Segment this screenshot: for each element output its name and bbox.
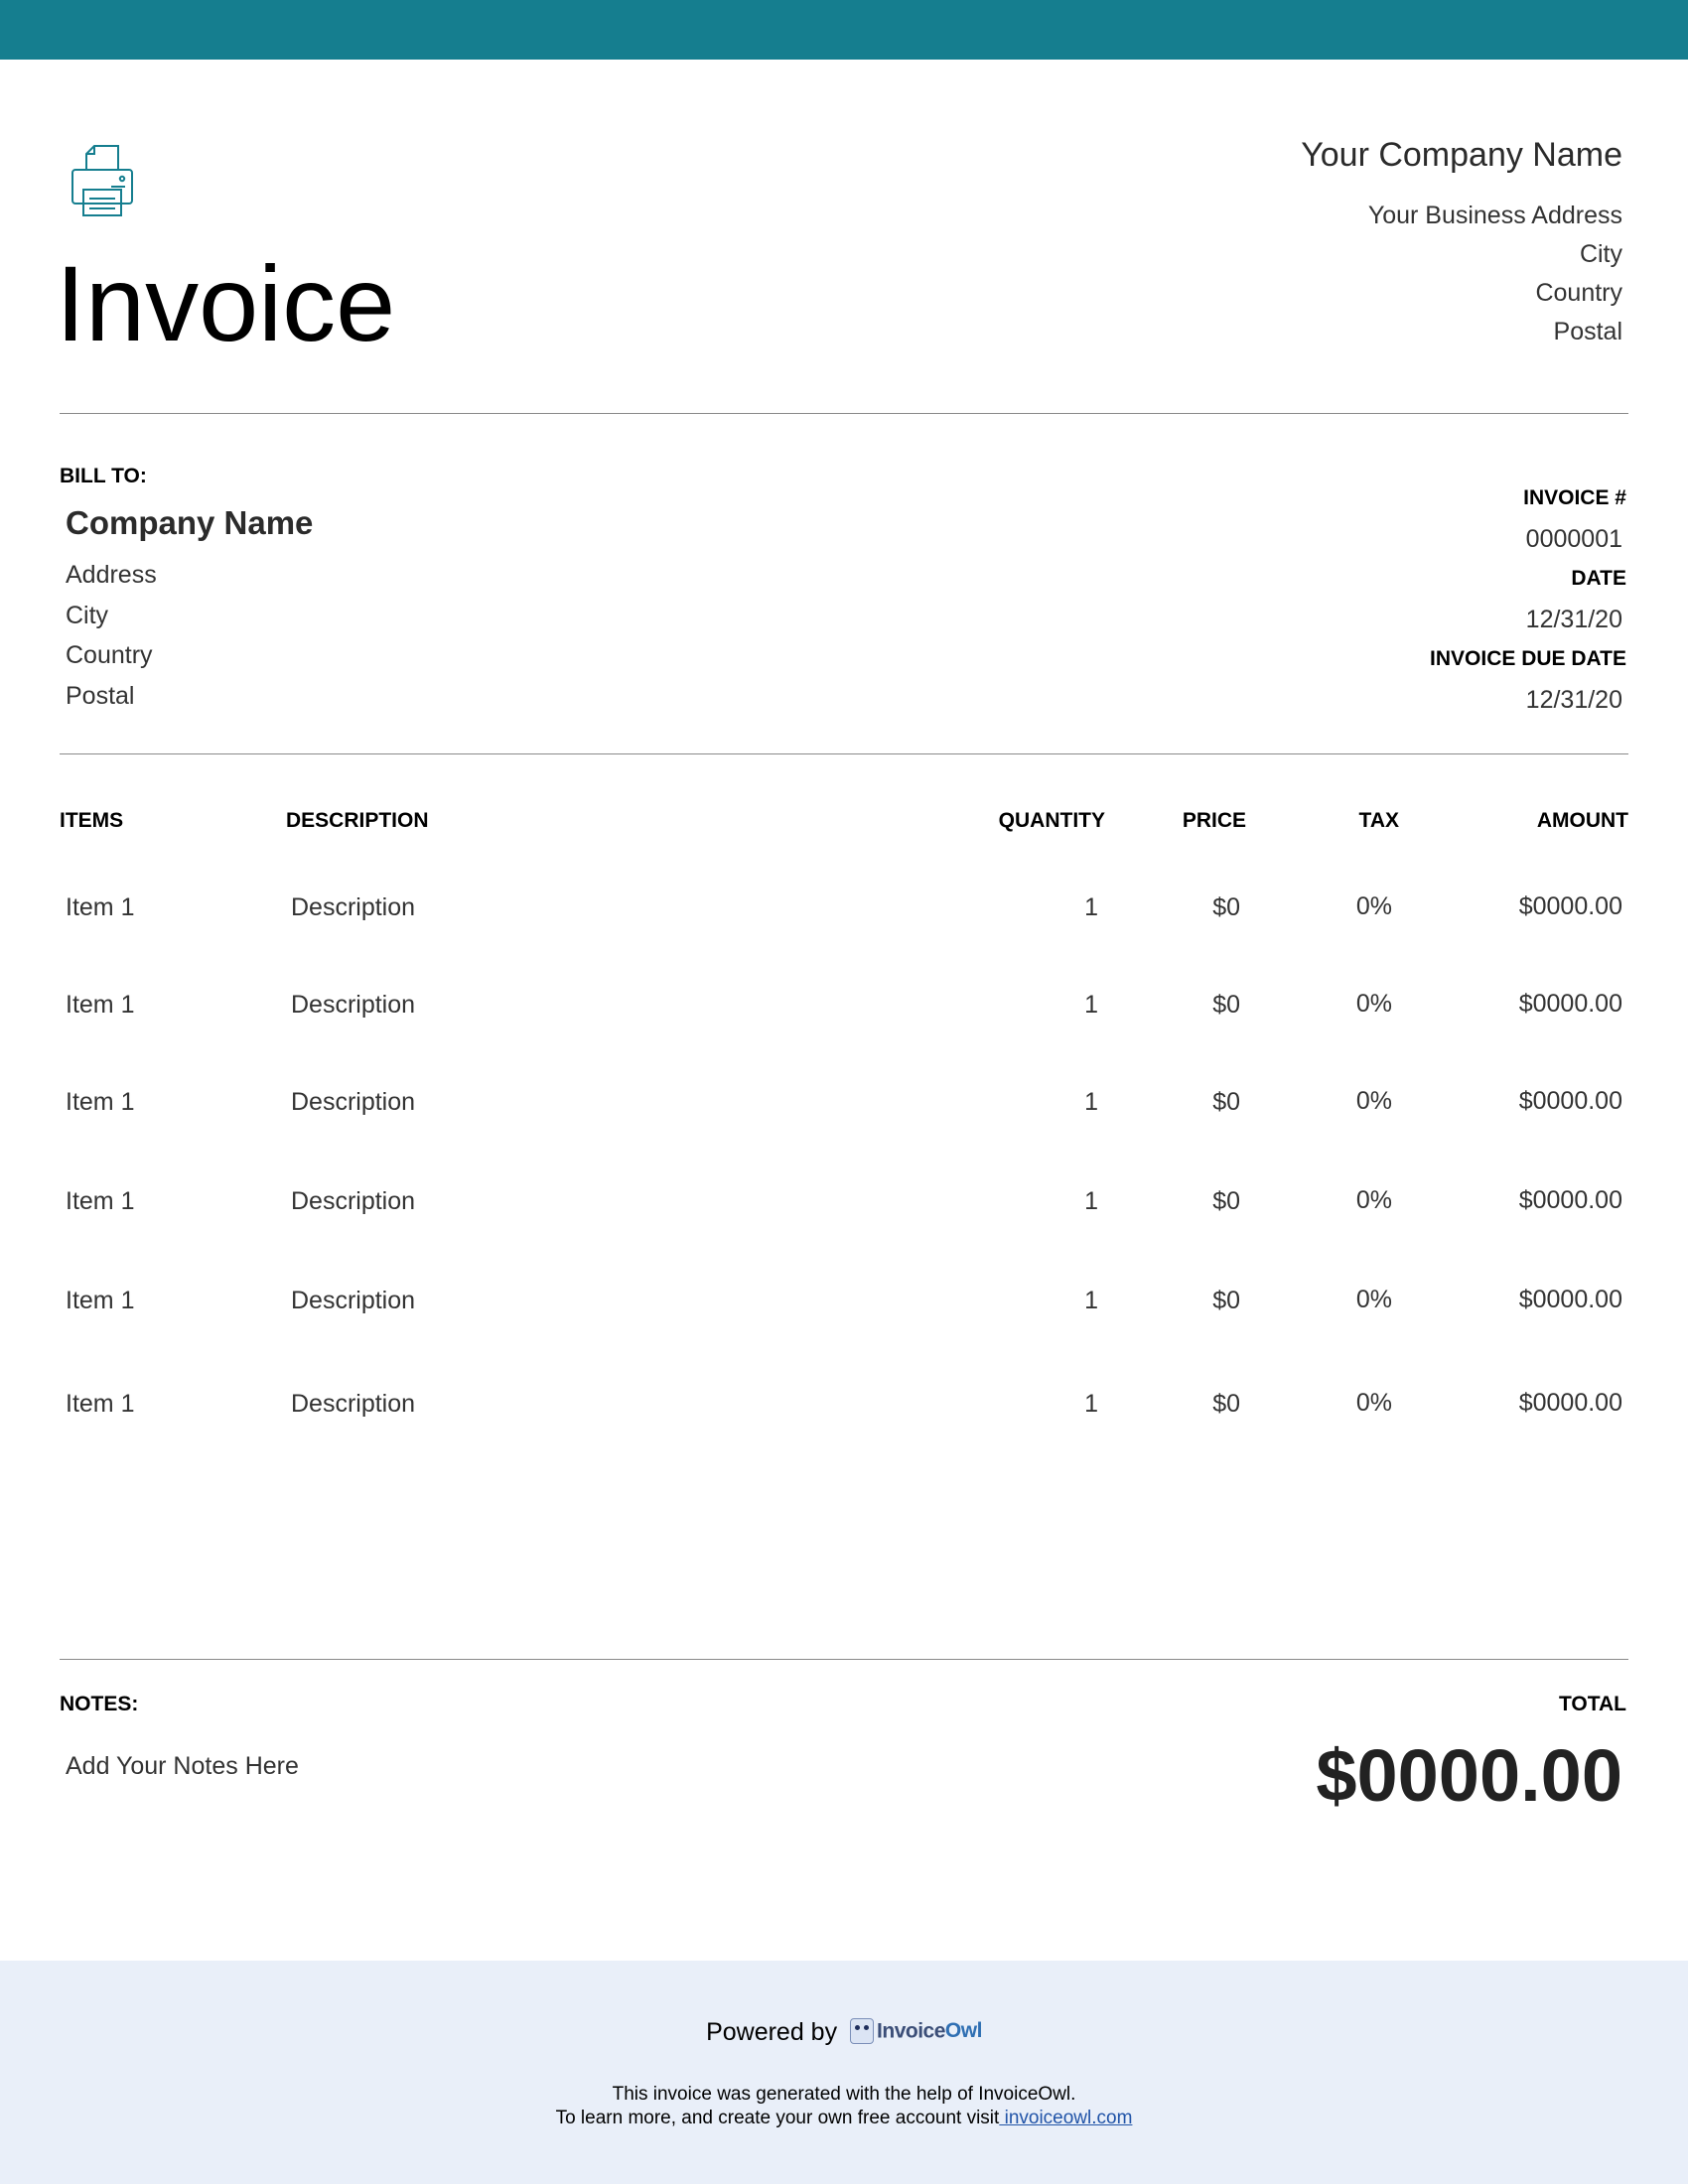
date-label: DATE: [1571, 567, 1626, 590]
item-quantity: 1: [1084, 1088, 1098, 1116]
item-description: Description: [291, 1287, 416, 1314]
client-company-name: Company Name: [66, 504, 314, 541]
divider-header: [60, 413, 1628, 414]
column-header-description: DESCRIPTION: [286, 809, 429, 832]
generated-notice: This invoice was generated with the help…: [0, 2083, 1688, 2130]
item-price: $0: [1212, 1390, 1240, 1418]
item-name: Item 1: [66, 1088, 135, 1116]
item-amount: $0000.00: [1518, 1286, 1622, 1313]
table-row: Item 1 Description 1 $0 0% $0000.00: [0, 1087, 1688, 1128]
table-row: Item 1 Description 1 $0 0% $0000.00: [0, 1286, 1688, 1326]
divider-billing: [60, 753, 1628, 754]
item-description: Description: [291, 1187, 416, 1215]
item-quantity: 1: [1084, 1287, 1098, 1314]
client-country: Country: [66, 641, 153, 669]
client-postal: Postal: [66, 681, 135, 710]
generated-line: This invoice was generated with the help…: [612, 2084, 1076, 2105]
item-tax: 0%: [1355, 892, 1392, 920]
item-tax: 0%: [1355, 1286, 1392, 1313]
invoiceowl-logo: InvoiceOwl: [850, 2016, 982, 2045]
item-quantity: 1: [1084, 991, 1098, 1019]
item-price: $0: [1212, 991, 1240, 1019]
sender-country: Country: [1535, 279, 1622, 307]
sender-company-name: Your Company Name: [1301, 136, 1622, 174]
column-header-amount: AMOUNT: [1536, 809, 1628, 832]
item-quantity: 1: [1084, 1187, 1098, 1215]
notes-text: Add Your Notes Here: [66, 1752, 299, 1780]
sender-city: City: [1579, 240, 1622, 268]
sender-address-line: Your Business Address: [1367, 202, 1622, 229]
invoice-meta: INVOICE # 0000001 DATE 12/31/20 INVOICE …: [1430, 478, 1626, 720]
notes-label: NOTES:: [60, 1693, 139, 1715]
item-tax: 0%: [1355, 1186, 1392, 1214]
column-header-tax: TAX: [1358, 809, 1399, 832]
item-amount: $0000.00: [1518, 990, 1622, 1018]
invoice-title: Invoice: [56, 243, 396, 363]
item-name: Item 1: [66, 1187, 135, 1215]
printer-icon[interactable]: [70, 144, 135, 219]
item-description: Description: [291, 1088, 416, 1116]
table-row: Item 1 Description 1 $0 0% $0000.00: [0, 990, 1688, 1030]
client-address: Address: [66, 561, 157, 589]
item-quantity: 1: [1084, 1390, 1098, 1418]
divider-totals: [60, 1659, 1628, 1660]
table-row: Item 1 Description 1 $0 0% $0000.00: [0, 1389, 1688, 1430]
powered-by-label: Powered by: [706, 2017, 838, 2046]
table-row: Item 1 Description 1 $0 0% $0000.00: [0, 892, 1688, 933]
column-header-items: ITEMS: [60, 809, 124, 832]
item-description: Description: [291, 893, 416, 921]
item-tax: 0%: [1355, 1389, 1392, 1417]
column-header-price: PRICE: [1182, 809, 1246, 832]
invoice-number-label: INVOICE #: [1523, 486, 1626, 509]
invoice-number: 0000001: [1525, 524, 1622, 553]
item-name: Item 1: [66, 1287, 135, 1314]
due-date-label: INVOICE DUE DATE: [1430, 647, 1626, 670]
top-accent-bar: [0, 0, 1688, 60]
item-price: $0: [1212, 893, 1240, 921]
item-amount: $0000.00: [1518, 892, 1622, 920]
item-name: Item 1: [66, 991, 135, 1019]
item-description: Description: [291, 991, 416, 1019]
learn-more-line: To learn more, and create your own free …: [0, 2107, 1688, 2130]
item-price: $0: [1212, 1187, 1240, 1215]
learn-more-text: To learn more, and create your own free …: [555, 2108, 1000, 2128]
invoiceowl-link[interactable]: invoiceowl.com: [999, 2108, 1133, 2128]
item-quantity: 1: [1084, 893, 1098, 921]
total-amount: $0000.00: [1316, 1734, 1622, 1817]
footer: [0, 1961, 1688, 2184]
item-tax: 0%: [1355, 990, 1392, 1018]
owl-icon: [850, 2018, 875, 2045]
table-row: Item 1 Description 1 $0 0% $0000.00: [0, 1186, 1688, 1227]
invoiceowl-wordmark: InvoiceOwl: [877, 2019, 982, 2043]
sender-postal: Postal: [1553, 318, 1622, 345]
column-header-quantity: QUANTITY: [998, 809, 1105, 832]
item-name: Item 1: [66, 893, 135, 921]
bill-to-block: Company Name Address City Country Postal: [66, 501, 313, 716]
sender-address: Your Business Address City Country Posta…: [1301, 197, 1622, 351]
bill-to-label: BILL TO:: [60, 465, 147, 487]
item-name: Item 1: [66, 1390, 135, 1418]
item-amount: $0000.00: [1518, 1186, 1622, 1214]
invoice-due-date: 12/31/20: [1525, 685, 1622, 714]
total-label: TOTAL: [1558, 1693, 1626, 1715]
item-price: $0: [1212, 1088, 1240, 1116]
sender-company-block: Your Company Name Your Business Address …: [1301, 133, 1622, 351]
item-tax: 0%: [1355, 1087, 1392, 1115]
item-price: $0: [1212, 1287, 1240, 1314]
item-amount: $0000.00: [1518, 1389, 1622, 1417]
invoice-date: 12/31/20: [1525, 605, 1622, 633]
powered-by-line: Powered by InvoiceOwl: [0, 2017, 1688, 2047]
item-amount: $0000.00: [1518, 1087, 1622, 1115]
item-description: Description: [291, 1390, 416, 1418]
client-city: City: [66, 601, 109, 629]
